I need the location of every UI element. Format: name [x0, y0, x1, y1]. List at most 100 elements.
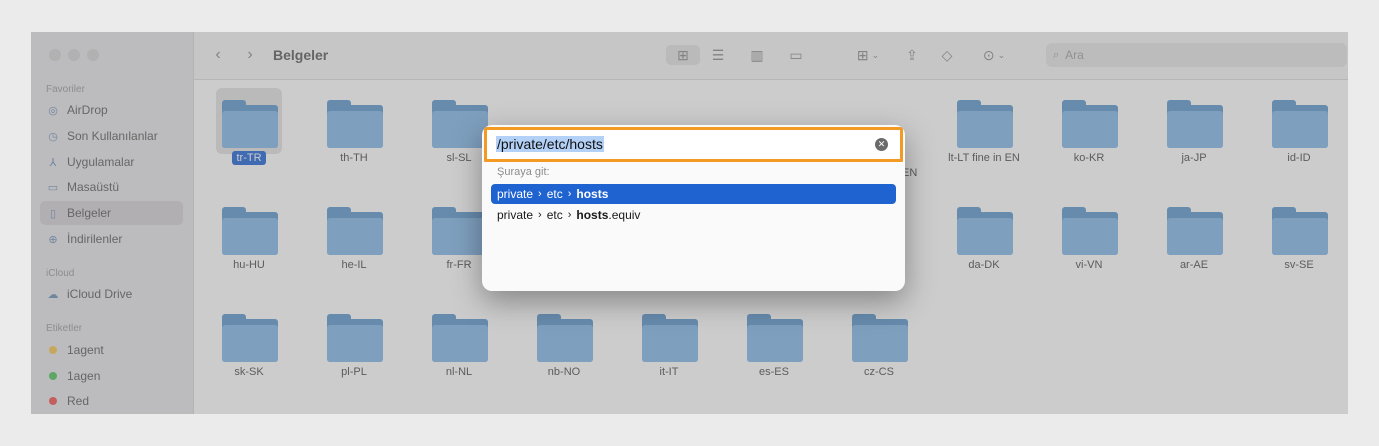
cloud-icon: ☁	[47, 288, 59, 301]
folder-label: id-ID	[1287, 152, 1311, 164]
folder-item[interactable]: es-ES	[719, 304, 819, 394]
folder-icon	[1167, 100, 1223, 148]
folder-item[interactable]: vi-VN	[1034, 197, 1134, 287]
folder-icon	[1062, 100, 1118, 148]
share-button[interactable]: ⇪	[902, 45, 922, 65]
chevron-right-icon: ›	[567, 188, 572, 200]
folder-icon	[327, 207, 383, 255]
sidebar-item-icloud-drive[interactable]: ☁ iCloud Drive	[40, 282, 183, 306]
back-button[interactable]: ‹	[210, 45, 226, 65]
folder-item[interactable]: cz-CS	[824, 304, 924, 394]
folder-item[interactable]: ja-JP	[1139, 90, 1239, 180]
apps-icon: ⅄	[49, 156, 57, 169]
share-icon: ⇪	[906, 46, 918, 63]
airdrop-icon: ◎	[48, 104, 58, 117]
path-input-value: /private/etc/hosts	[496, 136, 604, 152]
sidebar-tag-red[interactable]: Red	[40, 389, 183, 413]
sidebar-item-downloads[interactable]: ⊕ İndirilenler	[40, 227, 183, 251]
folder-label: hu-HU	[233, 259, 265, 271]
folder-label: fr-FR	[446, 259, 472, 271]
toolbar: ‹ › Belgeler ⊞ ☰ ▥ ▭ ⊞ ⌄ ⇪ ◇ ⊙ ⌄ ⌕ Ara	[194, 32, 1348, 80]
clock-icon: ◷	[48, 130, 58, 143]
list-view-button[interactable]: ☰	[706, 45, 730, 65]
clear-input-button[interactable]: ✕	[875, 138, 888, 151]
gallery-view-button[interactable]: ▭	[784, 45, 808, 65]
minimize-window-button[interactable]	[68, 49, 80, 61]
folder-item[interactable]: lt-LT fine in EN	[929, 90, 1029, 180]
sidebar-item-airdrop[interactable]: ◎ AirDrop	[40, 98, 183, 122]
folder-item[interactable]: nl-NL	[404, 304, 504, 394]
folder-label: lt-LT fine in EN	[948, 152, 1020, 164]
path-input[interactable]: /private/etc/hosts ✕	[484, 127, 903, 162]
folder-icon	[432, 207, 488, 255]
folder-item[interactable]: id-ID	[1244, 90, 1344, 180]
sidebar-item-applications[interactable]: ⅄ Uygulamalar	[40, 150, 183, 174]
folder-item[interactable]: pl-PL	[299, 304, 399, 394]
sidebar-section-icloud: iCloud	[46, 268, 75, 279]
search-icon: ⌕	[1053, 48, 1060, 61]
folder-item[interactable]: it-IT	[614, 304, 714, 394]
zoom-window-button[interactable]	[87, 49, 99, 61]
suggestion-hosts-equiv[interactable]: private › etc › hosts .equiv	[491, 205, 896, 225]
sidebar-section-tags: Etiketler	[46, 323, 83, 334]
folder-icon	[432, 314, 488, 362]
tag-red-dot	[49, 397, 57, 405]
search-field[interactable]: ⌕ Ara	[1046, 43, 1347, 67]
go-to-label: Şuraya git:	[497, 166, 550, 178]
ellipsis-circle-icon: ⊙	[982, 46, 995, 63]
folder-item[interactable]: tr-TR	[194, 88, 294, 180]
folder-icon	[957, 207, 1013, 255]
group-button[interactable]: ⊞ ⌄	[849, 45, 887, 65]
icon-view-button[interactable]: ⊞	[666, 45, 700, 65]
folder-icon	[1062, 207, 1118, 255]
folder-item[interactable]: da-DK	[929, 197, 1029, 287]
chevron-right-icon: ›	[567, 209, 572, 221]
folder-label: ko-KR	[1073, 152, 1105, 164]
sidebar-item-recents[interactable]: ◷ Son Kullanılanlar	[40, 124, 183, 148]
folder-label: it-IT	[659, 366, 679, 378]
folder-item[interactable]: sv-SE	[1244, 197, 1344, 287]
folder-label: sk-SK	[234, 366, 264, 378]
folder-icon	[432, 100, 488, 148]
sidebar-tag-1agent[interactable]: 1agent	[40, 338, 183, 362]
sidebar-section-favorites: Favoriler	[46, 84, 85, 95]
forward-button[interactable]: ›	[242, 45, 258, 65]
desktop-icon: ▭	[47, 181, 59, 194]
sidebar: Favoriler ◎ AirDrop ◷ Son Kullanılanlar ⅄ U…	[31, 32, 194, 414]
close-window-button[interactable]	[49, 49, 61, 61]
chevron-right-icon: ›	[247, 46, 253, 63]
folder-label: cz-CS	[864, 366, 894, 378]
chevron-left-icon: ‹	[215, 46, 221, 63]
folder-item[interactable]: he-IL	[299, 197, 399, 287]
folder-item[interactable]: hu-HU	[194, 197, 294, 287]
folder-item[interactable]: nb-NO	[509, 304, 609, 394]
action-button[interactable]: ⊙ ⌄	[976, 45, 1012, 65]
folder-label: ja-JP	[1181, 152, 1207, 164]
sidebar-item-documents[interactable]: ▯ Belgeler	[40, 201, 183, 225]
sidebar-item-desktop[interactable]: ▭ Masaüstü	[40, 175, 183, 199]
folder-icon	[1167, 207, 1223, 255]
folder-icon	[537, 314, 593, 362]
suggestion-hosts[interactable]: private › etc › hosts	[491, 184, 896, 204]
column-view-button[interactable]: ▥	[745, 45, 769, 65]
list-icon: ☰	[711, 46, 725, 63]
folder-item[interactable]: ar-AE	[1139, 197, 1239, 287]
folder-icon	[222, 207, 278, 255]
download-icon: ⊕	[48, 233, 58, 246]
chevron-down-icon: ⌄	[871, 49, 880, 60]
tag-button[interactable]: ◇	[936, 45, 958, 65]
folder-label: es-ES	[759, 366, 789, 378]
folder-icon	[327, 100, 383, 148]
folder-label: th-TH	[340, 152, 368, 164]
folder-label: da-DK	[968, 259, 1000, 271]
folder-item[interactable]: th-TH	[299, 90, 399, 180]
folder-icon	[327, 314, 383, 362]
sidebar-tag-1agen[interactable]: 1agen	[40, 364, 183, 388]
folder-label: sv-SE	[1284, 259, 1314, 271]
folder-label: pl-PL	[341, 366, 367, 378]
folder-item[interactable]: ko-KR	[1034, 90, 1134, 180]
chevron-right-icon: ›	[538, 188, 542, 200]
chevron-down-icon: ⌄	[997, 49, 1006, 60]
folder-item[interactable]: sk-SK	[194, 304, 294, 394]
folder-label: nb-NO	[547, 366, 581, 378]
